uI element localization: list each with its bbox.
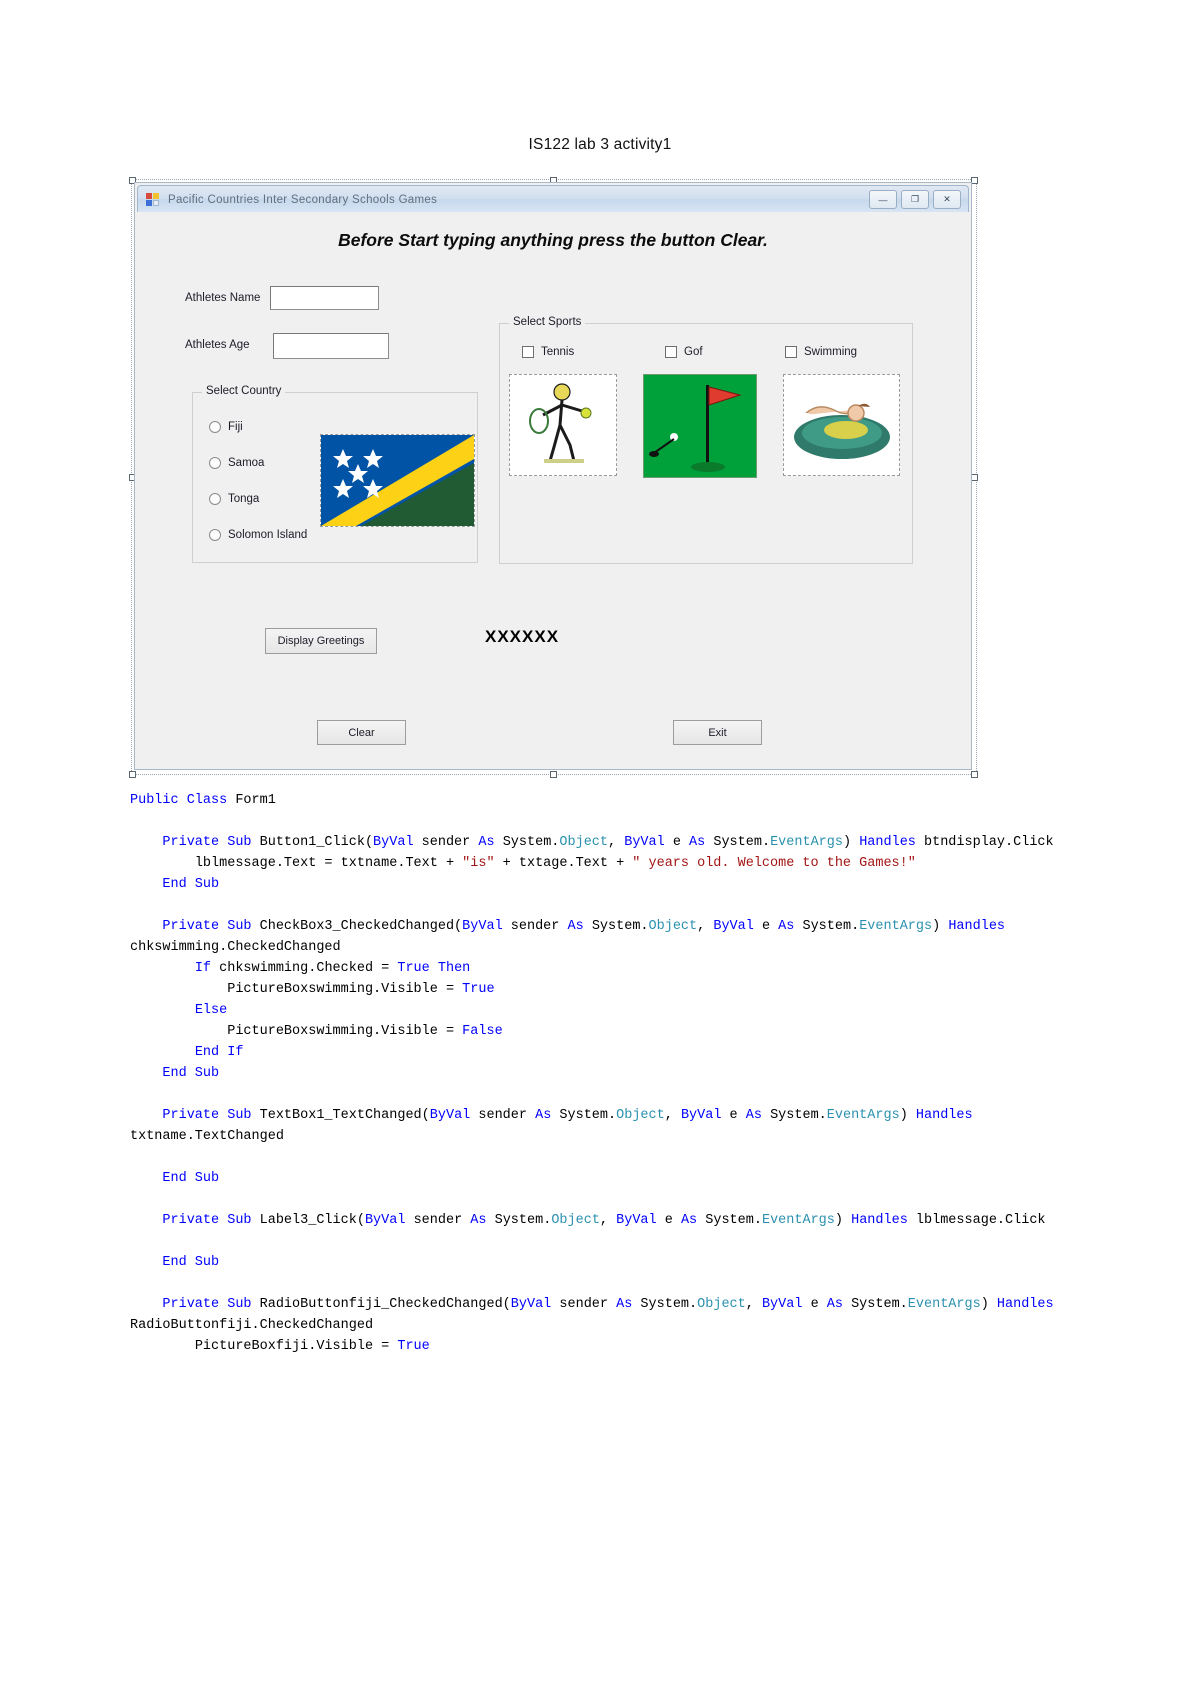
radio-label-samoa: Samoa [228,457,265,469]
swimmer-image [784,375,899,475]
radio-dot-icon [209,529,221,541]
display-greetings-button[interactable]: Display Greetings [265,628,377,654]
golf-picturebox[interactable] [643,374,757,478]
window-controls: — ❐ ✕ [869,190,961,209]
checkbox-box-icon [522,346,534,358]
checkbox-label-golf: Gof [684,346,703,358]
code-line: End Sub [130,1066,220,1081]
code-line: PictureBoxfiji.Visible = True [130,1339,430,1354]
radio-dot-icon [209,457,221,469]
code-line: Private Sub RadioButtonfiji_CheckedChang… [130,1297,1062,1333]
form-banner-label: Before Start typing anything press the b… [338,230,768,250]
code-line: Private Sub Label3_Click(ByVal sender As… [130,1213,1046,1228]
maximize-button[interactable]: ❐ [901,190,929,209]
select-country-group: Select Country Fiji Samoa Tonga Solomon … [192,385,478,563]
code-line: Public Class Form1 [130,793,276,808]
select-country-title: Select Country [202,385,286,397]
page-title: IS122 lab 3 activity1 [528,136,672,153]
resize-handle-top-right[interactable] [971,177,978,184]
athletes-age-input[interactable] [273,333,389,359]
winforms-window: Pacific Countries Inter Secondary School… [134,182,972,770]
select-sports-group: Select Sports Tennis Gof Swimming [499,316,913,564]
window-title: Pacific Countries Inter Secondary School… [168,193,438,206]
athletes-name-input[interactable] [270,286,379,310]
radio-solomon-island[interactable]: Solomon Island [209,529,307,541]
message-label[interactable]: XXXXXX [485,627,559,647]
resize-handle-bottom-center[interactable] [550,771,557,778]
exit-button[interactable]: Exit [673,720,762,745]
athletes-age-label: Athletes Age [185,339,250,351]
radio-dot-icon [209,421,221,433]
window-titlebar: Pacific Countries Inter Secondary School… [137,185,969,214]
checkbox-box-icon [785,346,797,358]
close-button[interactable]: ✕ [933,190,961,209]
resize-handle-mid-right[interactable] [971,474,978,481]
vb-code-listing: Public Class Form1 Private Sub Button1_C… [130,790,1075,1357]
swimming-picturebox[interactable] [783,374,900,476]
radio-tonga[interactable]: Tonga [209,493,259,505]
radio-label-fiji: Fiji [228,421,243,433]
code-line: PictureBoxswimming.Visible = True [130,982,495,997]
checkbox-swimming[interactable]: Swimming [785,346,857,358]
tennis-picturebox[interactable] [509,374,617,476]
resize-handle-bottom-right[interactable] [971,771,978,778]
code-line: Else [130,1003,228,1018]
tennis-player-image [510,375,616,475]
country-flag-picturebox[interactable] [320,434,475,527]
checkbox-box-icon [665,346,677,358]
radio-label-solomon-island: Solomon Island [228,529,308,541]
code-line: End Sub [130,1255,220,1270]
code-line: Private Sub TextBox1_TextChanged(ByVal s… [130,1108,981,1144]
code-line: Private Sub CheckBox3_CheckedChanged(ByV… [130,919,1014,955]
code-line: PictureBoxswimming.Visible = False [130,1024,503,1039]
clear-button[interactable]: Clear [317,720,406,745]
code-line: End Sub [130,877,220,892]
page-root: IS122 lab 3 activity1 Pacific Countries … [0,0,1200,1698]
code-line: lblmessage.Text = txtname.Text + "is" + … [130,856,916,871]
form-client-area: Before Start typing anything press the b… [137,212,969,767]
solomon-islands-flag-image [321,435,474,526]
radio-fiji[interactable]: Fiji [209,421,243,433]
code-line: Private Sub Button1_Click(ByVal sender A… [130,835,1054,850]
radio-dot-icon [209,493,221,505]
radio-label-tonga: Tonga [228,493,260,505]
code-line: If chkswimming.Checked = True Then [130,961,471,976]
resize-handle-bottom-left[interactable] [129,771,136,778]
checkbox-label-swimming: Swimming [804,346,858,358]
checkbox-label-tennis: Tennis [541,346,575,358]
select-sports-title: Select Sports [509,316,586,328]
golf-green-flag-image [644,375,756,477]
radio-samoa[interactable]: Samoa [209,457,264,469]
checkbox-golf[interactable]: Gof [665,346,703,358]
checkbox-tennis[interactable]: Tennis [522,346,574,358]
vb-form-icon [146,192,160,207]
code-line: End If [130,1045,244,1060]
code-line: End Sub [130,1171,220,1186]
minimize-button[interactable]: — [869,190,897,209]
athletes-name-label: Athletes Name [185,292,261,304]
